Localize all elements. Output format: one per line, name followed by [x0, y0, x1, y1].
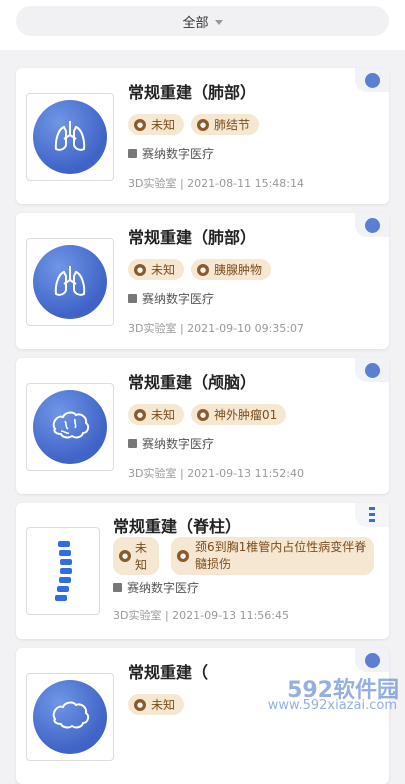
case-icon: ● — [177, 550, 189, 562]
filter-label: 全部 — [182, 15, 209, 31]
card-title: 常规重建（ — [128, 663, 209, 682]
thumbnail — [26, 673, 114, 761]
case-icon: ● — [197, 263, 210, 276]
home-icon — [128, 439, 137, 448]
lung-badge-icon — [355, 68, 389, 92]
card-meta: 3D实验室 | 2021-09-13 11:56:45 — [113, 609, 289, 622]
thumbnail — [26, 93, 114, 181]
brain-badge-icon — [355, 648, 389, 672]
organization: 赛纳数字医疗 — [128, 435, 214, 452]
person-icon: ● — [134, 263, 146, 276]
card-meta: 3D实验室 | 2021-09-13 11:52:40 — [128, 467, 304, 480]
status-tag: ● 未知 — [128, 694, 185, 715]
top-bar: 全部 — [0, 0, 405, 50]
card-title: 常规重建（脊柱） — [113, 517, 242, 536]
thumbnail — [26, 238, 114, 326]
diagnosis-tag: ● 胰腺肿物 — [191, 259, 272, 280]
record-card[interactable]: 常规重建（颅脑） ● 未知 ● 神外肿瘤01 赛纳数字医疗 3D实验室 | 2021… — [16, 358, 389, 494]
record-card[interactable]: 常规重建（脊柱） ● 未知 ● 颈6到胸1椎管内占位性病变伴脊髓损伤 赛纳数字医… — [16, 503, 389, 639]
tag-list: ● 未知 ● 胰腺肿物 — [128, 259, 278, 280]
card-title: 常规重建（肺部） — [128, 228, 257, 247]
home-icon — [113, 583, 122, 592]
diagnosis-tag: ● 神外肿瘤01 — [191, 404, 287, 425]
filter-dropdown[interactable]: 全部 — [16, 6, 389, 36]
brain-icon — [33, 680, 107, 754]
record-card[interactable]: 常规重建（肺部） ● 未知 ● 肺结节 赛纳数字医疗 3D实验室 | 2021-08… — [16, 68, 389, 204]
brain-badge-icon — [355, 358, 389, 382]
status-tag: ● 未知 — [128, 259, 185, 280]
card-meta: 3D实验室 | 2021-08-11 15:48:14 — [128, 177, 304, 190]
card-title: 常规重建（肺部） — [128, 83, 257, 102]
watermark-url: www.592xiazai.com — [267, 698, 397, 713]
person-icon: ● — [134, 118, 146, 131]
thumbnail — [26, 383, 114, 471]
thumbnail — [26, 527, 100, 615]
status-tag: ● 未知 — [128, 114, 185, 135]
lung-icon — [33, 100, 107, 174]
organization: 赛纳数字医疗 — [128, 290, 214, 307]
person-icon: ● — [134, 698, 146, 711]
spine-icon — [55, 541, 72, 601]
diagnosis-tag: ● 肺结节 — [191, 114, 260, 135]
status-tag: ● 未知 — [113, 537, 159, 575]
home-icon — [128, 149, 137, 158]
brain-icon — [33, 390, 107, 464]
lung-icon — [33, 245, 107, 319]
spine-badge-icon — [355, 503, 389, 527]
organization: 赛纳数字医疗 — [113, 579, 199, 596]
record-card[interactable]: 常规重建（肺部） ● 未知 ● 胰腺肿物 赛纳数字医疗 3D实验室 | 2021-0… — [16, 213, 389, 349]
tag-list: ● 未知 ● 肺结节 — [128, 114, 266, 135]
status-tag: ● 未知 — [128, 404, 185, 425]
case-icon: ● — [197, 118, 210, 131]
diagnosis-tag: ● 颈6到胸1椎管内占位性病变伴脊髓损伤 — [171, 537, 374, 575]
lung-badge-icon — [355, 213, 389, 237]
case-icon: ● — [197, 408, 210, 421]
card-title: 常规重建（颅脑） — [128, 373, 257, 392]
card-meta: 3D实验室 | 2021-09-10 09:35:07 — [128, 322, 304, 335]
person-icon: ● — [119, 550, 131, 562]
caret-down-icon — [214, 19, 223, 25]
organization: 赛纳数字医疗 — [128, 145, 214, 162]
tag-list: ● 未知 — [128, 694, 191, 715]
person-icon: ● — [134, 408, 146, 421]
home-icon — [128, 294, 137, 303]
record-card[interactable]: 常规重建（ ● 未知 — [16, 648, 389, 784]
tag-list: ● 未知 ● 神外肿瘤01 — [128, 404, 293, 425]
